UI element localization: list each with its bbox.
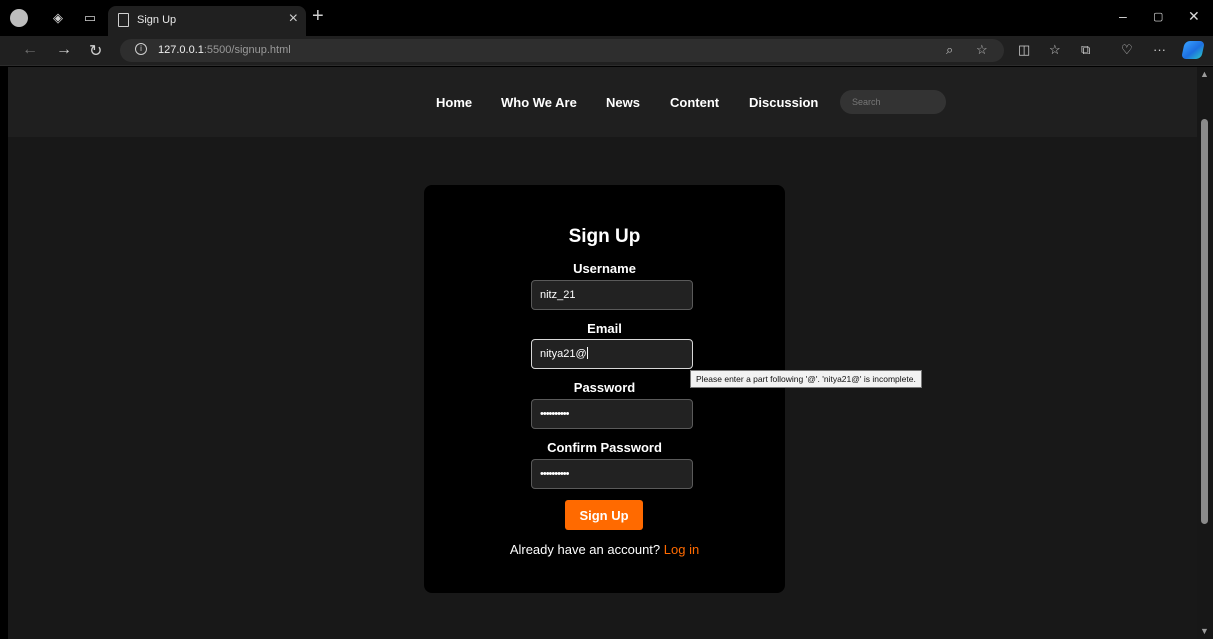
back-icon[interactable]: ← bbox=[22, 41, 38, 59]
refresh-icon[interactable]: ↻ bbox=[89, 41, 102, 61]
sign-up-button[interactable]: Sign Up bbox=[565, 500, 643, 530]
tab-strip: ◈ ▭ Sign Up × + – ▢ ✕ bbox=[0, 0, 1213, 36]
password-field[interactable]: •••••••••• bbox=[531, 399, 693, 429]
favorite-icon[interactable]: ☆ bbox=[976, 42, 988, 58]
tab-sign-up[interactable]: Sign Up × bbox=[108, 6, 306, 36]
scroll-down-icon[interactable]: ▼ bbox=[1200, 626, 1209, 636]
password-value: •••••••••• bbox=[540, 408, 569, 420]
split-screen-icon[interactable]: ◫ bbox=[1018, 42, 1030, 58]
search-input[interactable]: Search bbox=[840, 90, 946, 114]
confirm-password-field[interactable]: •••••••••• bbox=[531, 459, 693, 489]
copilot-icon[interactable] bbox=[1181, 41, 1205, 59]
email-value: nitya21@ bbox=[540, 348, 587, 360]
address-bar[interactable]: i 127.0.0.1:5500/signup.html ⌕ ☆ bbox=[120, 39, 1004, 62]
text-caret bbox=[586, 347, 588, 359]
close-window-button[interactable]: ✕ bbox=[1188, 8, 1200, 25]
document-icon bbox=[118, 13, 129, 27]
minimize-button[interactable]: – bbox=[1119, 8, 1127, 24]
confirm-password-label: Confirm Password bbox=[547, 440, 662, 455]
more-icon[interactable]: ··· bbox=[1153, 42, 1166, 57]
read-aloud-icon[interactable]: ⌕ bbox=[946, 42, 953, 58]
signup-card: Sign Up Username nitz_21 Email nitya21@ … bbox=[424, 185, 785, 593]
confirm-password-value: •••••••••• bbox=[540, 468, 569, 480]
validation-tooltip: Please enter a part following '@'. 'nity… bbox=[690, 370, 922, 388]
url-text[interactable]: 127.0.0.1:5500/signup.html bbox=[158, 44, 291, 56]
forward-icon[interactable]: → bbox=[56, 41, 72, 59]
new-tab-button[interactable]: + bbox=[312, 6, 324, 26]
favorites-icon[interactable]: ☆ bbox=[1049, 42, 1061, 58]
page-title: Sign Up bbox=[568, 226, 641, 247]
close-tab-icon[interactable]: × bbox=[289, 10, 298, 28]
collections-icon[interactable]: ⧉ bbox=[1081, 42, 1090, 58]
nav-link-who-we-are[interactable]: Who We Are bbox=[501, 95, 577, 110]
workspaces-icon[interactable]: ◈ bbox=[50, 10, 66, 26]
profile-icon[interactable] bbox=[10, 9, 28, 27]
login-prompt: Already have an account? Log in bbox=[424, 542, 785, 557]
email-label: Email bbox=[587, 321, 622, 336]
tab-title: Sign Up bbox=[137, 14, 177, 26]
nav-link-home[interactable]: Home bbox=[436, 95, 472, 110]
page-viewport: Home Who We Are News Content Discussion … bbox=[8, 67, 1197, 639]
login-link[interactable]: Log in bbox=[664, 542, 699, 557]
username-value: nitz_21 bbox=[540, 289, 576, 301]
scroll-up-icon[interactable]: ▲ bbox=[1200, 69, 1209, 79]
info-icon[interactable]: i bbox=[135, 43, 147, 55]
browser-essentials-icon[interactable]: ♡ bbox=[1121, 42, 1133, 58]
nav-link-news[interactable]: News bbox=[606, 95, 640, 110]
login-prompt-text: Already have an account? bbox=[509, 542, 661, 557]
tab-actions-icon[interactable]: ▭ bbox=[82, 10, 98, 26]
scrollbar[interactable]: ▲ ▼ bbox=[1197, 67, 1213, 639]
window-edge bbox=[0, 67, 8, 639]
email-field[interactable]: nitya21@ bbox=[531, 339, 693, 369]
nav-link-discussion[interactable]: Discussion bbox=[749, 95, 818, 110]
restore-button[interactable]: ▢ bbox=[1153, 10, 1163, 23]
username-label: Username bbox=[573, 261, 636, 276]
nav-link-content[interactable]: Content bbox=[670, 95, 719, 110]
scrollbar-thumb[interactable] bbox=[1201, 119, 1208, 524]
site-navbar: Home Who We Are News Content Discussion … bbox=[8, 67, 1197, 137]
username-field[interactable]: nitz_21 bbox=[531, 280, 693, 310]
address-toolbar: ← → ↻ i 127.0.0.1:5500/signup.html ⌕ ☆ ◫… bbox=[0, 36, 1213, 66]
